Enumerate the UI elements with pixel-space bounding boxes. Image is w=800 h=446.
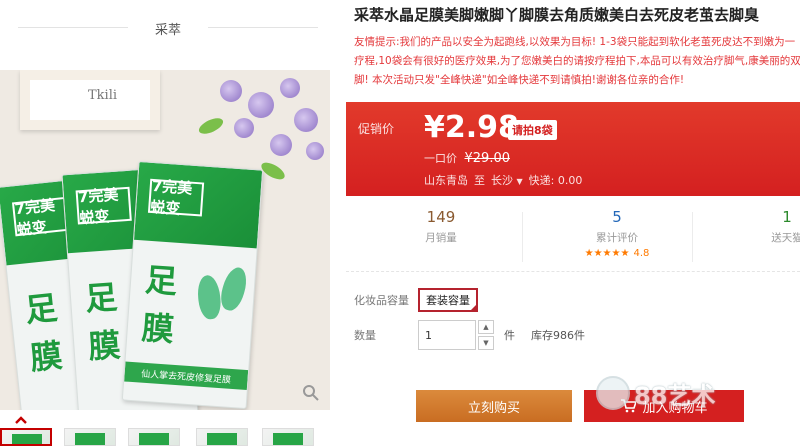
- stock-count: 库存986件: [531, 329, 585, 342]
- chevron-up-icon[interactable]: [14, 410, 34, 424]
- original-price: ¥29.00: [464, 151, 511, 166]
- quantity-unit: 件: [504, 329, 515, 342]
- thumbnail-strip: [0, 428, 336, 446]
- promo-price-label: 促销价: [358, 122, 395, 136]
- ship-from: 山东青岛: [424, 174, 468, 187]
- site-watermark: 88艺术: [596, 368, 796, 428]
- spec-label: 化妆品容量: [354, 294, 409, 307]
- quantity-label: 数量: [354, 329, 376, 342]
- chevron-down-icon: ▼: [516, 177, 523, 186]
- review-count[interactable]: 5 累计评价 ★★★★★ 4.8: [542, 208, 692, 259]
- quantity-row: 数量 ▲ ▼ 件 库存986件: [354, 320, 585, 350]
- decrement-button[interactable]: ▼: [478, 336, 494, 350]
- ship-to-select[interactable]: 长沙 ▼: [491, 172, 523, 188]
- thumbnail[interactable]: [0, 428, 52, 446]
- divider: [522, 212, 523, 262]
- product-title: 采萃水晶足膜美脚嫩脚丫脚膜去角质嫩美白去死皮老茧去脚臭: [354, 6, 760, 24]
- spec-option-selected[interactable]: 套装容量: [418, 288, 478, 312]
- footmask-pack: 7完美蜕变 足 膜 仙人掌去死皮修复足膜: [121, 160, 264, 410]
- product-gallery: 采萃 Tkili 7完美蜕变 足 膜 7完美蜕变 足 膜 7完美蜕变 足 膜 仙…: [0, 0, 336, 446]
- shop-header: 采萃: [0, 0, 336, 56]
- price-panel: 促销价 ¥2.98 请拍8袋 一口价 ¥29.00 山东青岛 至 长沙 ▼ 快递…: [346, 102, 800, 196]
- buy-now-button[interactable]: 立刻购买: [416, 390, 572, 422]
- tmall-points: 1 送天猫: [712, 208, 800, 245]
- thumbnail[interactable]: [64, 428, 116, 446]
- spec-row: 化妆品容量 套装容量: [354, 288, 478, 312]
- stat-value: 1: [782, 208, 792, 226]
- stat-value: 5: [612, 208, 622, 226]
- stat-label: 月销量: [425, 232, 457, 244]
- rating-stars: ★★★★★ 4.8: [584, 248, 650, 259]
- stat-value: 149: [426, 208, 456, 226]
- thumbnail[interactable]: [128, 428, 180, 446]
- promo-price: ¥2.98: [424, 110, 519, 145]
- thumbnail[interactable]: [196, 428, 248, 446]
- original-price-label: 一口价: [424, 152, 457, 165]
- stat-label: 送天猫: [771, 232, 800, 244]
- check-corner-icon: [469, 303, 478, 312]
- monthly-sales: 149 月销量: [366, 208, 516, 245]
- product-description: 友情提示:我们的产品以安全为起跑线,以效果为目标! 1-3袋只能起到软化老茧死皮…: [354, 36, 800, 86]
- ship-to-label: 至: [474, 174, 485, 187]
- frame-text: Tkili: [88, 88, 118, 103]
- zoom-icon[interactable]: [298, 380, 324, 406]
- divider: [208, 27, 318, 28]
- shop-name[interactable]: 采萃: [155, 19, 181, 38]
- stat-label: 累计评价: [596, 232, 638, 244]
- divider: [18, 27, 128, 28]
- quantity-stepper: ▲ ▼: [478, 320, 494, 350]
- increment-button[interactable]: ▲: [478, 320, 494, 334]
- sales-stats: 149 月销量 5 累计评价 ★★★★★ 4.8 1 送天猫: [346, 200, 800, 272]
- main-product-image[interactable]: Tkili 7完美蜕变 足 膜 7完美蜕变 足 膜 7完美蜕变 足 膜 仙人掌去…: [0, 70, 330, 410]
- quantity-input[interactable]: [418, 320, 476, 350]
- divider: [692, 212, 693, 262]
- shipping-row: 山东青岛 至 长沙 ▼ 快递: 0.00: [424, 172, 582, 188]
- original-price-row: 一口价 ¥29.00: [424, 150, 510, 166]
- thumbnail[interactable]: [262, 428, 314, 446]
- photo-frame-decoration: Tkili: [20, 70, 160, 130]
- watermark-logo-icon: [596, 376, 630, 410]
- price-tag-badge: 请拍8袋: [508, 120, 557, 140]
- delivery-fee: 快递: 0.00: [528, 174, 583, 187]
